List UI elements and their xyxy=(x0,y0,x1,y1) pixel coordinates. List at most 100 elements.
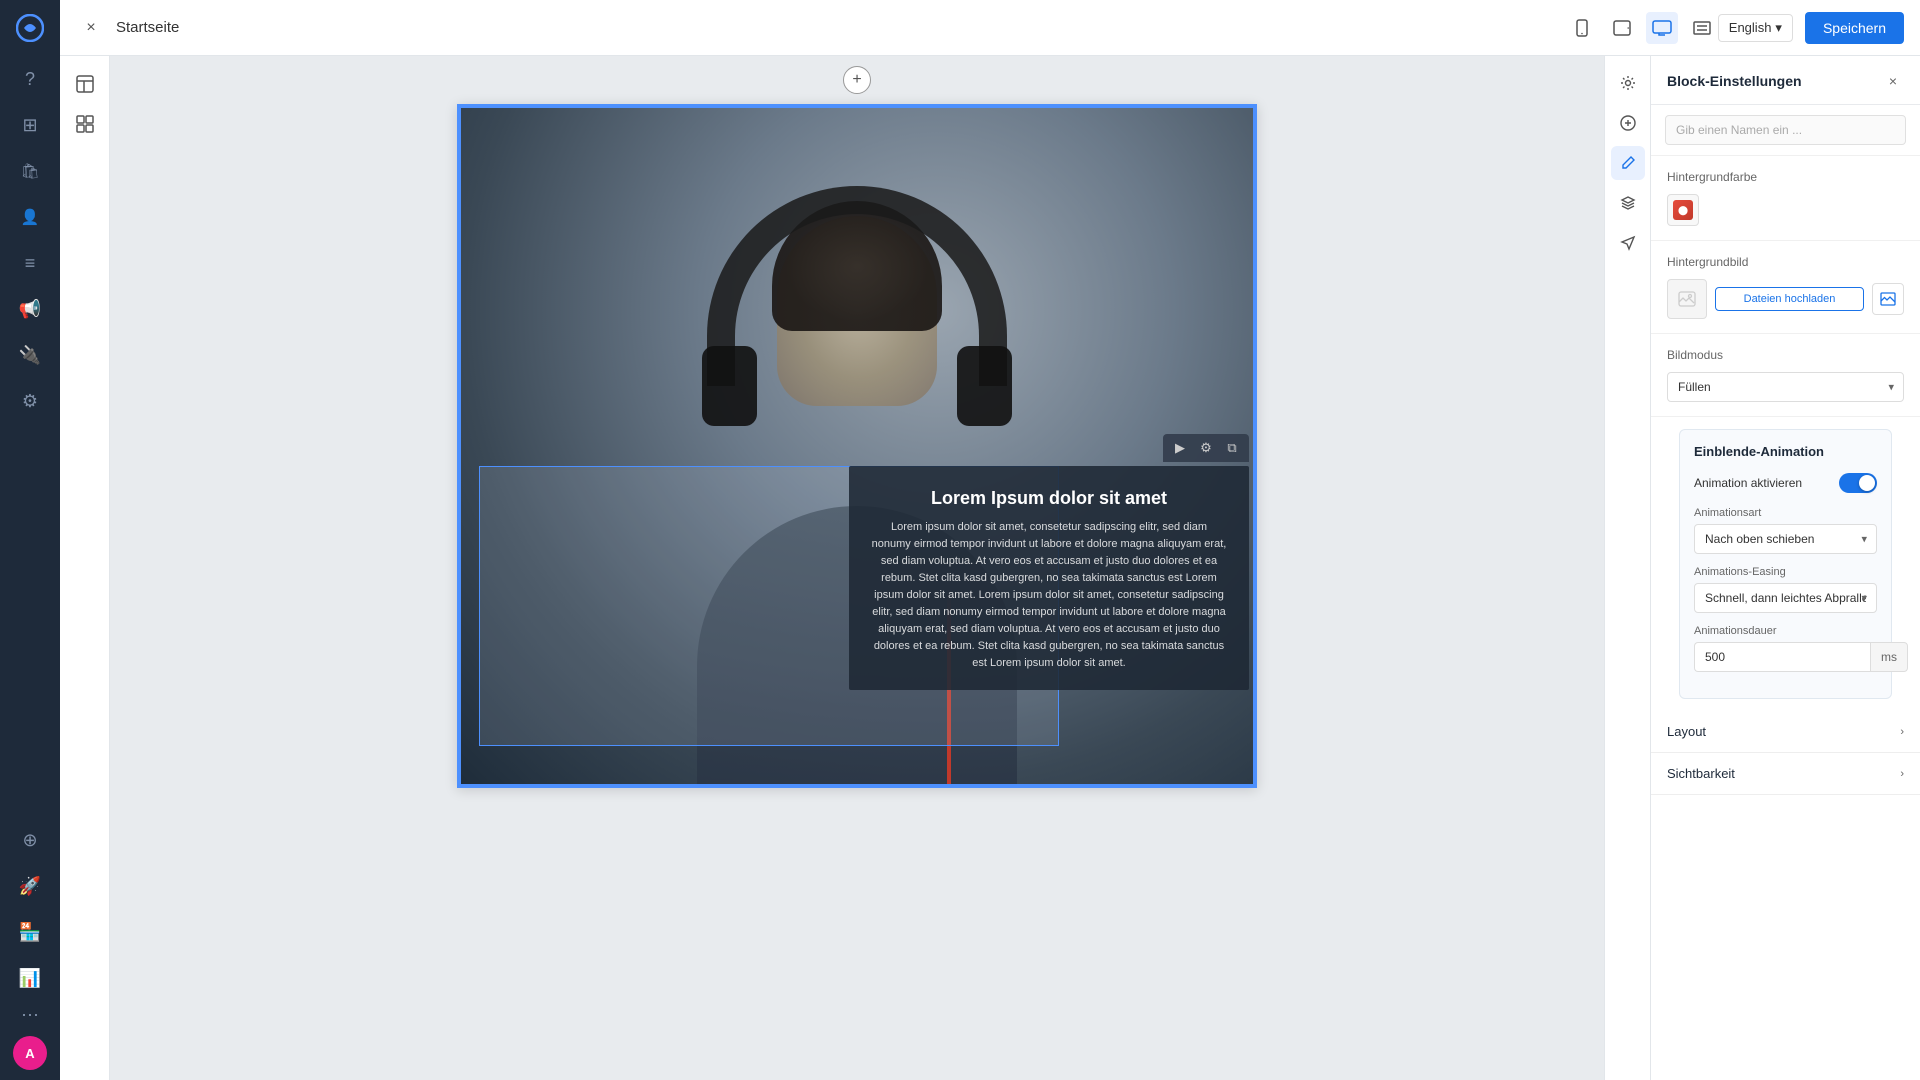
panel-edit-icon[interactable] xyxy=(1611,146,1645,180)
animation-section: Einblende-Animation Animation aktivieren… xyxy=(1679,429,1892,699)
bildmodus-section: Bildmodus Füllen Anpassen Kacheln Zentri… xyxy=(1651,334,1920,417)
add-section-button[interactable]: + xyxy=(843,66,871,94)
chevron-down-icon: ▾ xyxy=(1775,20,1782,36)
editor-left-panel xyxy=(60,56,110,1080)
block-name-input[interactable] xyxy=(1665,115,1906,145)
sidebar-settings-icon[interactable]: ⚙ xyxy=(10,381,50,421)
panel-send-icon[interactable] xyxy=(1611,226,1645,260)
sidebar-more-icon[interactable]: ⋯ xyxy=(21,1005,39,1026)
easing-select-wrapper: Schnell, dann leichtes Abprallen Linear … xyxy=(1694,583,1877,613)
animationsart-field: Animationsart Nach oben schieben Nach un… xyxy=(1694,507,1877,554)
top-bar: × Startseite English ▾ Speichern xyxy=(60,0,1920,56)
block-settings-close-button[interactable]: × xyxy=(1882,70,1904,92)
background-color-section: Hintergrundfarbe ⬤ xyxy=(1651,156,1920,241)
device-switcher xyxy=(1566,12,1718,44)
duration-row: ms xyxy=(1694,642,1877,672)
easing-field: Animations-Easing Schnell, dann leichtes… xyxy=(1694,566,1877,613)
animationsart-label: Animationsart xyxy=(1694,507,1877,519)
animationsart-select[interactable]: Nach oben schieben Nach unten schieben N… xyxy=(1694,524,1877,554)
easing-label: Animations-Easing xyxy=(1694,566,1877,578)
animationsart-select-wrapper: Nach oben schieben Nach unten schieben N… xyxy=(1694,524,1877,554)
sidebar-marketing-icon[interactable]: 📢 xyxy=(10,289,50,329)
canvas-frame: ▶ ⚙ ⧉ Lorem Ipsum dolor sit amet Lorem i… xyxy=(457,104,1257,788)
duplicate-button[interactable]: ⧉ xyxy=(1221,437,1243,459)
play-button[interactable]: ▶ xyxy=(1169,437,1191,459)
main-area: × Startseite English ▾ Speichern xyxy=(60,0,1920,1080)
panel-tools-bar xyxy=(1604,56,1650,1080)
color-swatch-inner: ⬤ xyxy=(1673,200,1693,220)
layout-label: Layout xyxy=(1667,724,1706,739)
bildmodus-select[interactable]: Füllen Anpassen Kacheln Zentriert xyxy=(1667,372,1904,402)
panel-add-icon[interactable] xyxy=(1611,106,1645,140)
avatar[interactable]: A xyxy=(13,1036,47,1070)
panel-gear-icon[interactable] xyxy=(1611,66,1645,100)
sidebar-add-page-icon[interactable]: ⊕ xyxy=(10,820,50,860)
settings-button[interactable]: ⚙ xyxy=(1195,437,1217,459)
animation-title: Einblende-Animation xyxy=(1694,444,1877,459)
close-button[interactable]: × xyxy=(76,13,106,43)
bg-image-thumb xyxy=(1667,279,1707,319)
media-library-button[interactable] xyxy=(1872,283,1904,315)
overlay-text: Lorem ipsum dolor sit amet, consetetur s… xyxy=(871,519,1227,672)
sidebar-store-icon[interactable]: 🏪 xyxy=(10,912,50,952)
desktop-device-btn[interactable] xyxy=(1646,12,1678,44)
panel-layers-icon[interactable] xyxy=(1611,186,1645,220)
animation-toggle-label: Animation aktivieren xyxy=(1694,476,1802,490)
sidebar-content-icon[interactable]: ≡ xyxy=(10,243,50,283)
language-selector[interactable]: English ▾ xyxy=(1718,14,1793,42)
blocks-panel-icon[interactable] xyxy=(67,106,103,142)
overlay-title: Lorem Ipsum dolor sit amet xyxy=(871,488,1227,509)
content-overlay[interactable]: ▶ ⚙ ⧉ Lorem Ipsum dolor sit amet Lorem i… xyxy=(849,466,1249,690)
layout-panel-icon[interactable] xyxy=(67,66,103,102)
sichtbarkeit-section[interactable]: Sichtbarkeit › xyxy=(1651,753,1920,795)
sidebar-rocket-icon[interactable]: 🚀 xyxy=(10,866,50,906)
sidebar-pages-icon[interactable]: ⊞ xyxy=(10,105,50,145)
save-button[interactable]: Speichern xyxy=(1805,12,1904,44)
duration-unit: ms xyxy=(1870,642,1908,672)
left-sidebar: ? ⊞ 🛍 👤 ≡ 📢 🔌 ⚙ ⊕ 🚀 🏪 📊 ⋯ A xyxy=(0,0,60,1080)
animation-toggle[interactable] xyxy=(1839,473,1877,493)
editor-area: + xyxy=(60,56,1920,1080)
duration-input[interactable] xyxy=(1694,642,1870,672)
block-settings-header: Block-Einstellungen × xyxy=(1651,56,1920,105)
top-bar-right: English ▾ Speichern xyxy=(1718,12,1904,44)
sichtbarkeit-label: Sichtbarkeit xyxy=(1667,766,1735,781)
sidebar-shop-icon[interactable]: 🛍 xyxy=(10,151,50,191)
background-image-section: Hintergrundbild Dateien hochladen xyxy=(1651,241,1920,334)
duration-label: Animationsdauer xyxy=(1694,625,1877,637)
easing-select[interactable]: Schnell, dann leichtes Abprallen Linear … xyxy=(1694,583,1877,613)
sichtbarkeit-chevron-icon: › xyxy=(1900,768,1904,780)
headphone-ear-right xyxy=(957,346,1012,426)
hero-section[interactable]: ▶ ⚙ ⧉ Lorem Ipsum dolor sit amet Lorem i… xyxy=(459,106,1255,786)
block-settings-title: Block-Einstellungen xyxy=(1667,73,1802,89)
block-settings-panel: Block-Einstellungen × Hintergrundfarbe ⬤… xyxy=(1650,56,1920,1080)
upload-files-button[interactable]: Dateien hochladen xyxy=(1715,287,1864,311)
app-logo[interactable] xyxy=(12,10,48,46)
sidebar-plugins-icon[interactable]: 🔌 xyxy=(10,335,50,375)
animation-section-wrapper: Einblende-Animation Animation aktivieren… xyxy=(1651,417,1920,711)
layout-section[interactable]: Layout › xyxy=(1651,711,1920,753)
mobile-device-btn[interactable] xyxy=(1566,12,1598,44)
sidebar-analytics-icon[interactable]: 📊 xyxy=(10,958,50,998)
toggle-knob xyxy=(1859,475,1875,491)
color-swatch[interactable]: ⬤ xyxy=(1667,194,1699,226)
language-label: English xyxy=(1729,20,1772,35)
list-device-btn[interactable] xyxy=(1686,12,1718,44)
overlay-toolbar: ▶ ⚙ ⧉ xyxy=(1163,434,1249,462)
background-image-label: Hintergrundbild xyxy=(1667,255,1904,269)
block-settings-search xyxy=(1651,105,1920,156)
bildmodus-select-wrapper: Füllen Anpassen Kacheln Zentriert xyxy=(1667,372,1904,402)
background-image-row: Dateien hochladen xyxy=(1667,279,1904,319)
add-section-top: + xyxy=(110,56,1604,104)
sidebar-users-icon[interactable]: 👤 xyxy=(10,197,50,237)
layout-chevron-icon: › xyxy=(1900,726,1904,738)
page-title: Startseite xyxy=(116,19,1566,36)
sidebar-help-icon[interactable]: ? xyxy=(10,59,50,99)
bildmodus-label: Bildmodus xyxy=(1667,348,1904,362)
duration-field: Animationsdauer ms xyxy=(1694,625,1877,672)
animation-toggle-row: Animation aktivieren xyxy=(1694,473,1877,493)
background-color-label: Hintergrundfarbe xyxy=(1667,170,1904,184)
headphone-ear-left xyxy=(702,346,757,426)
canvas-area: + xyxy=(110,56,1604,1080)
tablet-device-btn[interactable] xyxy=(1606,12,1638,44)
